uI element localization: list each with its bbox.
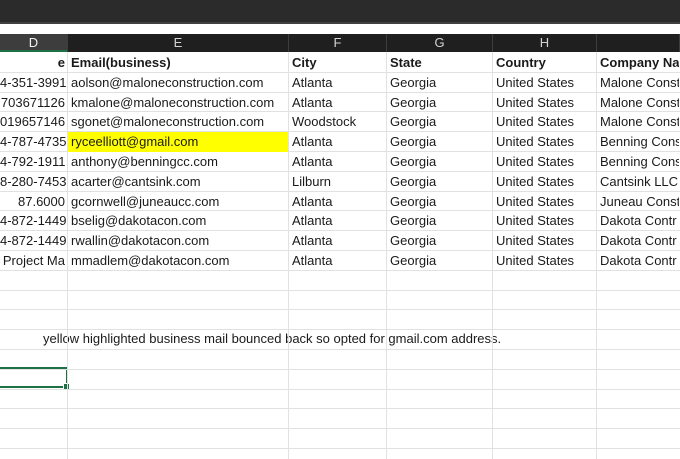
- data-cell[interactable]: Dakota Contr: [597, 211, 679, 231]
- gridline-horizontal: [0, 329, 680, 330]
- data-cell[interactable]: Atlanta: [289, 152, 386, 172]
- data-cell[interactable]: United States: [493, 192, 596, 212]
- header-cell[interactable]: Country: [493, 53, 596, 73]
- data-cell[interactable]: Georgia: [387, 172, 492, 192]
- data-cell[interactable]: Atlanta: [289, 132, 386, 152]
- gridline-horizontal: [0, 309, 680, 310]
- column-header-d[interactable]: D: [0, 34, 68, 52]
- note-cell[interactable]: yellow highlighted business mail bounced…: [43, 329, 501, 349]
- column-header-g[interactable]: G: [387, 34, 493, 52]
- data-cell[interactable]: United States: [493, 132, 596, 152]
- data-cell[interactable]: United States: [493, 73, 596, 93]
- header-cell[interactable]: City: [289, 53, 386, 73]
- data-cell[interactable]: bselig@dakotacon.com: [68, 211, 288, 231]
- data-cell[interactable]: Atlanta: [289, 192, 386, 212]
- data-cell[interactable]: United States: [493, 172, 596, 192]
- data-cell[interactable]: Dakota Contr: [597, 251, 679, 271]
- data-cell[interactable]: 703671126: [0, 93, 67, 113]
- data-cell[interactable]: Atlanta: [289, 93, 386, 113]
- header-cell[interactable]: Email(business): [68, 53, 288, 73]
- spreadsheet-window: D E F G H yellow highlighted business ma…: [0, 0, 680, 459]
- data-cell[interactable]: 8-280-7453: [0, 172, 67, 192]
- gridline-horizontal: [0, 448, 680, 449]
- data-cell[interactable]: sgonet@maloneconstruction.com: [68, 112, 288, 132]
- data-cell[interactable]: 019657146: [0, 112, 67, 132]
- data-cell[interactable]: Malone Const: [597, 93, 679, 113]
- column-header-h[interactable]: H: [493, 34, 597, 52]
- ribbon-area: [0, 0, 680, 22]
- column-header-f[interactable]: F: [289, 34, 387, 52]
- data-cell[interactable]: 87.6000: [0, 192, 67, 212]
- data-cell[interactable]: United States: [493, 231, 596, 251]
- data-cell[interactable]: Woodstock: [289, 112, 386, 132]
- data-cell[interactable]: acarter@cantsink.com: [68, 172, 288, 192]
- data-cell[interactable]: rwallin@dakotacon.com: [68, 231, 288, 251]
- header-cell[interactable]: Company Na: [597, 53, 679, 73]
- gridline-horizontal: [0, 389, 680, 390]
- data-cell[interactable]: Georgia: [387, 93, 492, 113]
- data-cell[interactable]: 4-351-3991: [0, 73, 67, 93]
- data-cell[interactable]: Atlanta: [289, 251, 386, 271]
- data-cell[interactable]: Benning Cons: [597, 152, 679, 172]
- data-cell[interactable]: Georgia: [387, 211, 492, 231]
- data-cell[interactable]: Georgia: [387, 251, 492, 271]
- data-cell[interactable]: Malone Const: [597, 112, 679, 132]
- sheet-grid[interactable]: yellow highlighted business mail bounced…: [0, 52, 680, 459]
- data-cell[interactable]: Georgia: [387, 152, 492, 172]
- data-cell[interactable]: United States: [493, 211, 596, 231]
- header-cell[interactable]: State: [387, 53, 492, 73]
- data-cell[interactable]: United States: [493, 152, 596, 172]
- data-cell[interactable]: Project Ma: [0, 251, 67, 271]
- ribbon-divider: [0, 22, 680, 24]
- data-cell[interactable]: aolson@maloneconstruction.com: [68, 73, 288, 93]
- data-cell[interactable]: Malone Const: [597, 73, 679, 93]
- data-cell[interactable]: 4-872-1449: [0, 231, 67, 251]
- data-cell[interactable]: Georgia: [387, 192, 492, 212]
- column-header-e[interactable]: E: [68, 34, 289, 52]
- data-cell[interactable]: Georgia: [387, 73, 492, 93]
- data-cell[interactable]: kmalone@maloneconstruction.com: [68, 93, 288, 113]
- column-header-i[interactable]: [597, 34, 680, 52]
- gridline-horizontal: [0, 369, 680, 370]
- data-cell[interactable]: 4-787-4735: [0, 132, 67, 152]
- data-cell[interactable]: Atlanta: [289, 73, 386, 93]
- gridline-horizontal: [0, 408, 680, 409]
- data-cell[interactable]: United States: [493, 93, 596, 113]
- data-cell[interactable]: Georgia: [387, 231, 492, 251]
- data-cell[interactable]: United States: [493, 251, 596, 271]
- data-cell[interactable]: 4-872-1449: [0, 211, 67, 231]
- data-cell[interactable]: Atlanta: [289, 231, 386, 251]
- gridline-horizontal: [0, 290, 680, 291]
- gridline-horizontal: [0, 349, 680, 350]
- data-cell[interactable]: Benning Cons: [597, 132, 679, 152]
- header-cell[interactable]: e: [0, 53, 67, 73]
- data-cell[interactable]: Juneau Constr: [597, 192, 679, 212]
- data-cell[interactable]: mmadlem@dakotacon.com: [68, 251, 288, 271]
- data-cell[interactable]: Cantsink LLC: [597, 172, 679, 192]
- data-cell[interactable]: anthony@benningcc.com: [68, 152, 288, 172]
- data-cell[interactable]: 4-792-1911: [0, 152, 67, 172]
- data-cell[interactable]: Dakota Contr: [597, 231, 679, 251]
- gridline-horizontal: [0, 428, 680, 429]
- column-header-row: D E F G H: [0, 34, 680, 53]
- active-cell-cursor[interactable]: [0, 367, 70, 390]
- data-cell[interactable]: Atlanta: [289, 211, 386, 231]
- data-cell[interactable]: United States: [493, 112, 596, 132]
- data-cell[interactable]: gcornwell@juneaucc.com: [68, 192, 288, 212]
- data-cell[interactable]: Georgia: [387, 112, 492, 132]
- data-cell[interactable]: Georgia: [387, 132, 492, 152]
- data-cell[interactable]: ryceelliott@gmail.com: [68, 132, 288, 152]
- data-cell[interactable]: Lilburn: [289, 172, 386, 192]
